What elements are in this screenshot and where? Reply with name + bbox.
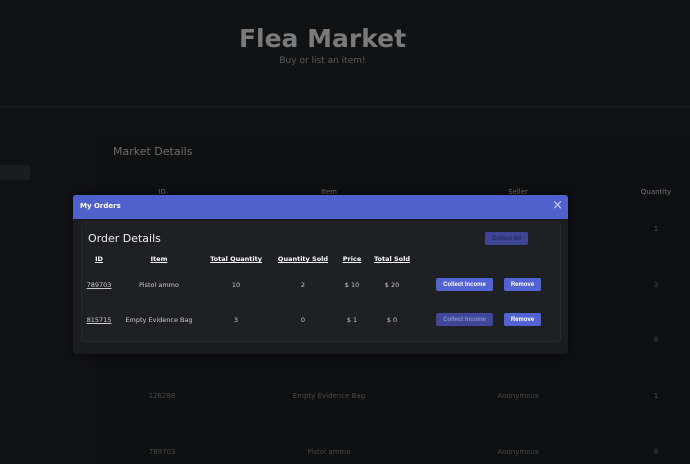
market-cell-quantity: 8 bbox=[653, 336, 659, 344]
market-cell-quantity: 3 bbox=[653, 281, 659, 289]
modal-title: My Orders bbox=[80, 202, 121, 210]
order-item: Pistol ammo bbox=[139, 281, 179, 289]
market-cell-quantity: 1 bbox=[653, 392, 659, 400]
order-quantity-sold: 2 bbox=[300, 281, 306, 289]
order-id-link[interactable]: 815715 bbox=[87, 316, 112, 324]
order-price: $ 10 bbox=[344, 281, 360, 289]
close-icon[interactable]: × bbox=[552, 198, 563, 213]
my-orders-modal: My Orders × Order Details Collect All ID… bbox=[73, 195, 568, 354]
order-price: $ 1 bbox=[346, 316, 358, 324]
market-col-quantity: Quantity bbox=[640, 188, 672, 196]
sidebar-item[interactable] bbox=[0, 165, 30, 180]
order-id-link[interactable]: 789703 bbox=[87, 281, 112, 289]
market-cell-item: Pistol ammo bbox=[307, 448, 351, 456]
market-title: Market Details bbox=[113, 145, 193, 158]
market-cell-id: 789703 bbox=[148, 448, 176, 456]
collect-income-button-disabled[interactable]: Collect Income bbox=[436, 313, 493, 326]
col-total-quantity: Total Quantity bbox=[210, 255, 262, 263]
page-title: Flea Market bbox=[238, 24, 407, 53]
market-cell-item: Empty Evidence Bag bbox=[292, 392, 366, 400]
col-total-sold: Total Sold bbox=[373, 255, 411, 263]
collect-all-button[interactable]: Collect All bbox=[485, 232, 528, 245]
market-cell-quantity: 8 bbox=[653, 448, 659, 456]
remove-button[interactable]: Remove bbox=[504, 278, 541, 291]
order-details-card: Order Details Collect All ID Item Total … bbox=[81, 222, 561, 342]
order-total-sold: $ 0 bbox=[386, 316, 398, 324]
order-total-quantity: 3 bbox=[233, 316, 239, 324]
market-cell-quantity: 1 bbox=[653, 225, 659, 233]
col-item: Item bbox=[150, 255, 168, 263]
page-subtitle: Buy or list an item! bbox=[279, 56, 366, 66]
order-quantity-sold: 0 bbox=[300, 316, 306, 324]
header-divider bbox=[0, 106, 690, 107]
remove-button[interactable]: Remove bbox=[504, 313, 541, 326]
col-id: ID bbox=[95, 255, 103, 263]
market-cell-seller: Anonymous bbox=[497, 392, 539, 400]
order-details-title: Order Details bbox=[88, 232, 161, 245]
order-item: Empty Evidence Bag bbox=[125, 316, 193, 324]
collect-income-button[interactable]: Collect Income bbox=[436, 278, 493, 291]
order-total-sold: $ 20 bbox=[384, 281, 400, 289]
order-total-quantity: 10 bbox=[231, 281, 241, 289]
col-quantity-sold: Quantity Sold bbox=[277, 255, 329, 263]
modal-header: My Orders × bbox=[73, 195, 568, 219]
market-cell-id: 126288 bbox=[148, 392, 176, 400]
market-cell-seller: Anonymous bbox=[497, 448, 539, 456]
col-price: Price bbox=[342, 255, 362, 263]
